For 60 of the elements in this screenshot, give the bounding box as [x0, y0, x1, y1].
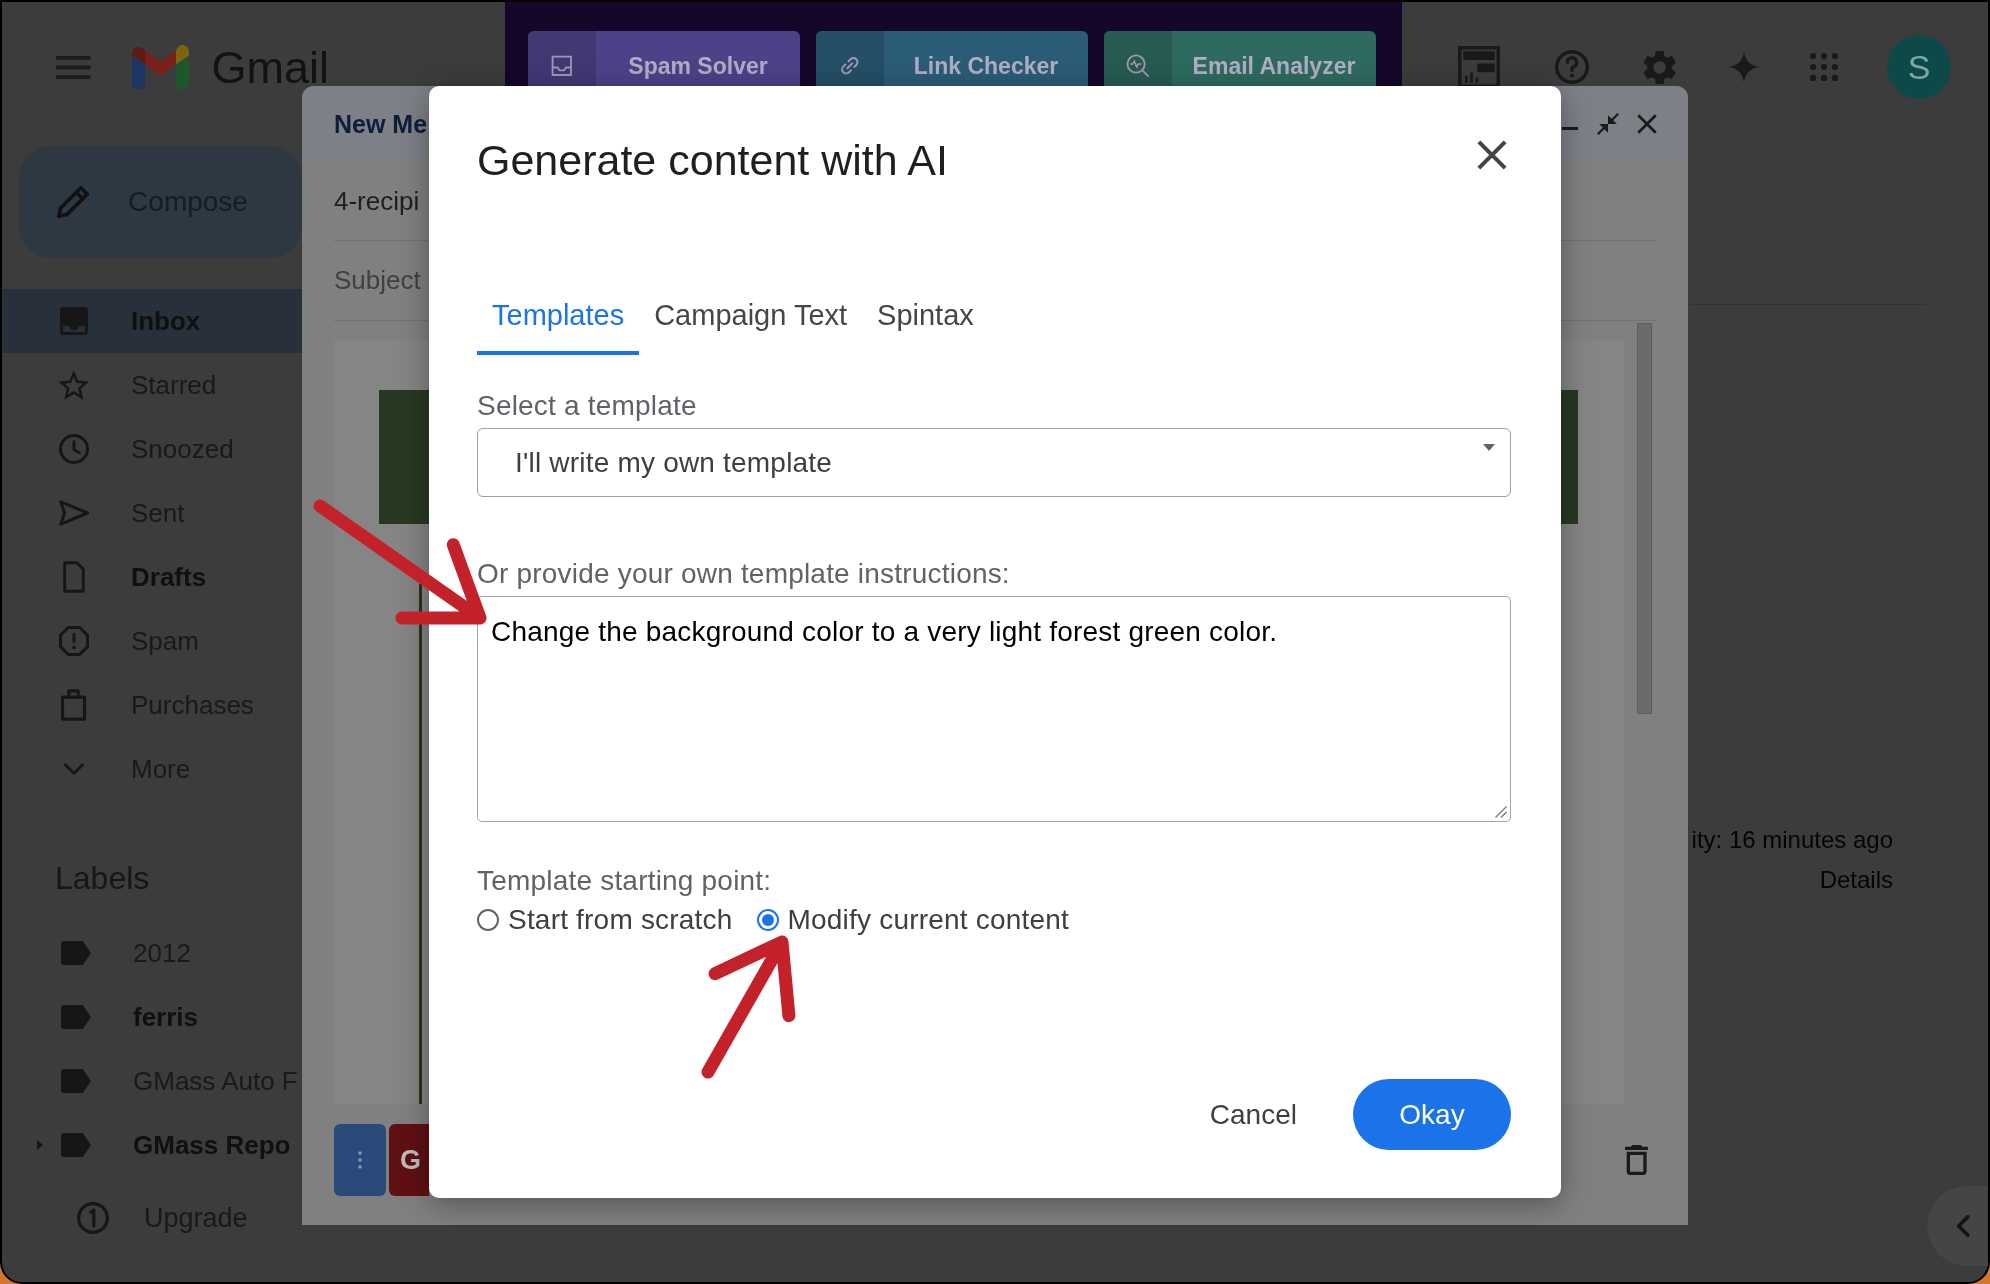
- extension-button[interactable]: Email Analyzer: [1104, 31, 1376, 86]
- field-label: Template starting point:: [477, 865, 773, 897]
- send-button[interactable]: G: [389, 1124, 429, 1196]
- bag-icon: [61, 689, 87, 721]
- minimize-icon[interactable]: [1562, 126, 1578, 130]
- chevron-left-icon: [1956, 1215, 1971, 1237]
- radio-button[interactable]: [756, 909, 779, 931]
- chevron-down-icon: [64, 763, 84, 775]
- extension-button[interactable]: Link Checker: [816, 31, 1088, 86]
- file-icon: [63, 561, 85, 593]
- close-icon[interactable]: [1637, 114, 1657, 134]
- caret-icon[interactable]: [37, 1140, 43, 1150]
- subject-field[interactable]: Subject: [334, 241, 429, 320]
- spam-icon: [59, 626, 89, 656]
- dialog-title: Generate content with AI: [477, 136, 948, 184]
- newsletter-icon[interactable]: [1457, 46, 1500, 88]
- settings-icon[interactable]: [1642, 49, 1676, 85]
- cancel-button[interactable]: Cancel: [1191, 1079, 1315, 1150]
- scrollbar-thumb[interactable]: [1637, 323, 1652, 714]
- details-link[interactable]: Details: [1819, 865, 1893, 895]
- logo-icon[interactable]: [131, 45, 189, 89]
- close-icon[interactable]: [1477, 140, 1507, 170]
- template-select[interactable]: I'll write my own template: [477, 428, 1511, 497]
- instructions-field[interactable]: Change the background color to a very light forest green color.: [477, 596, 1511, 822]
- upgrade-icon: [77, 1202, 109, 1234]
- account-avatar[interactable]: S: [1887, 35, 1951, 99]
- apps-icon[interactable]: [1810, 53, 1838, 81]
- link-icon: [816, 31, 884, 86]
- radio-option[interactable]: Modify current content: [756, 904, 1069, 936]
- menu-icon[interactable]: [56, 55, 91, 79]
- tab[interactable]: Templates: [477, 280, 640, 355]
- extension-button[interactable]: Spam Solver: [528, 31, 800, 86]
- exit-fullscreen-icon[interactable]: [1597, 113, 1619, 135]
- inbox-icon: [60, 307, 88, 335]
- clock-icon: [59, 434, 89, 464]
- radio-option[interactable]: Start from scratch: [477, 904, 733, 936]
- more-vertical-icon: [358, 1151, 362, 1169]
- star-icon: [58, 370, 90, 400]
- pencil-icon: [56, 185, 90, 219]
- tab[interactable]: Campaign Text: [639, 280, 863, 355]
- okay-button[interactable]: Okay: [1353, 1079, 1511, 1150]
- magnifier-pulse-icon: [1104, 31, 1172, 86]
- label-tag-icon: [61, 1069, 91, 1093]
- window-title: New Me: [334, 109, 428, 139]
- tab[interactable]: Spintax: [862, 280, 989, 355]
- inbox-tray-icon: [528, 31, 596, 86]
- field-label: Select a template: [477, 390, 698, 422]
- field-label: Or provide your own template instructions:: [477, 558, 1011, 590]
- label-tag-icon: [61, 941, 91, 965]
- recipients-field[interactable]: 4-recipi: [334, 162, 429, 240]
- label-tag-icon: [61, 1133, 91, 1157]
- dropdown-arrow-icon: [1483, 444, 1495, 451]
- help-icon[interactable]: [1554, 50, 1589, 84]
- more-options-button[interactable]: [334, 1124, 386, 1196]
- sparkle-icon[interactable]: [1728, 51, 1760, 83]
- send-icon: [58, 500, 90, 526]
- delete-icon[interactable]: [1624, 1145, 1648, 1175]
- radio-button[interactable]: [477, 909, 499, 931]
- resize-handle-icon[interactable]: [1495, 806, 1507, 818]
- label-tag-icon: [61, 1005, 91, 1029]
